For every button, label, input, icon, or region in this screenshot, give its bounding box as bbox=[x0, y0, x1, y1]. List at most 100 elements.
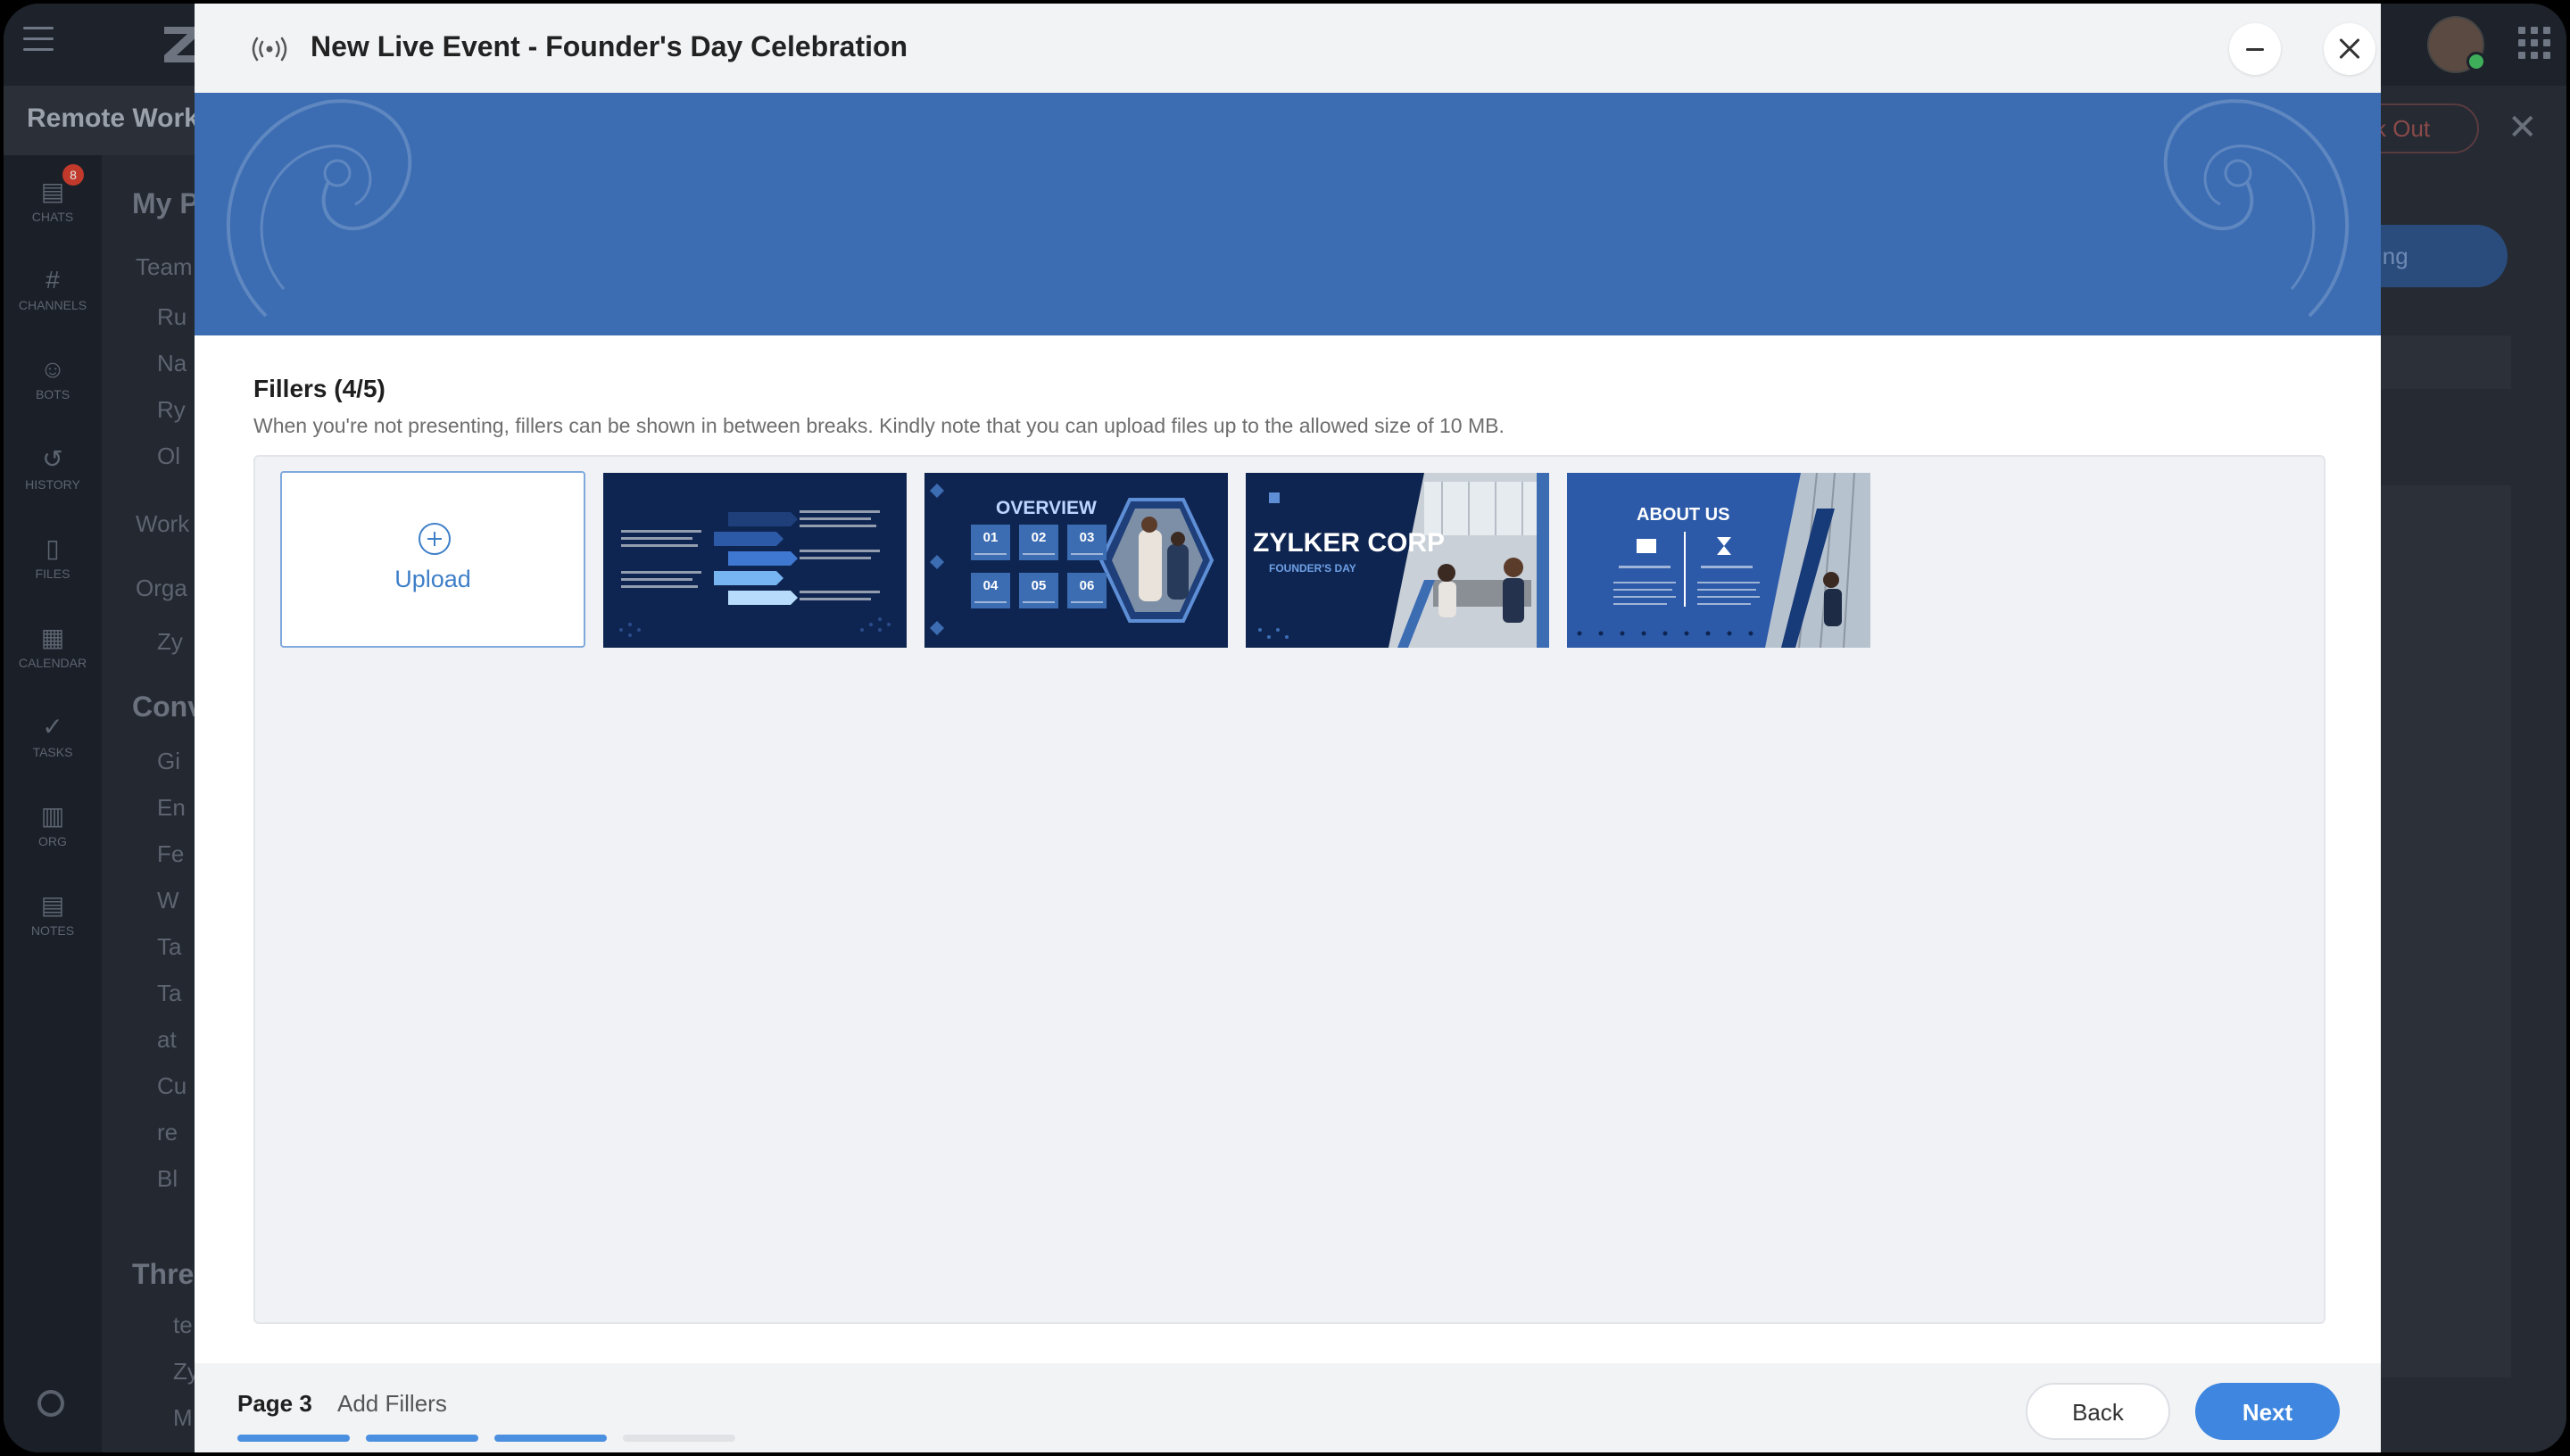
filler-thumbnail-overview[interactable]: OVERVIEW 01 02 03 04 05 06 bbox=[924, 473, 1228, 648]
rail-item-bots[interactable]: ☺ BOTS bbox=[4, 355, 102, 401]
overview-number: 05 bbox=[1031, 578, 1047, 593]
sidebar-heading-org: Orga bbox=[136, 575, 187, 601]
page-step-label: Add Fillers bbox=[337, 1390, 447, 1417]
presence-status-icon bbox=[2466, 52, 2486, 71]
rail-label: NOTES bbox=[30, 923, 75, 938]
overview-heading: OVERVIEW bbox=[996, 498, 1097, 518]
screen: Remote Work ▤ 8 CHATS # CHANNELS ☺ BOTS … bbox=[4, 4, 2566, 1452]
modal-title: New Live Event - Founder's Day Celebrati… bbox=[311, 30, 908, 62]
calendar-icon: ▦ bbox=[40, 624, 65, 651]
sidebar-item[interactable]: Gi bbox=[157, 748, 180, 775]
sidebar-item[interactable]: Fe bbox=[157, 840, 184, 868]
nav-rail: ▤ 8 CHATS # CHANNELS ☺ BOTS ↺ HISTORY ▯ … bbox=[4, 155, 102, 1452]
sidebar-item[interactable]: Ru bbox=[157, 303, 187, 331]
title-slide-image bbox=[1246, 473, 1549, 648]
close-icon[interactable]: ✕ bbox=[2508, 107, 2538, 148]
overview-number: 04 bbox=[982, 578, 999, 593]
fillers-title: Fillers (4/5) bbox=[253, 375, 386, 402]
progress-segment bbox=[623, 1435, 735, 1442]
progress-segment bbox=[366, 1435, 478, 1442]
sidebar-item[interactable]: Ol bbox=[157, 443, 180, 470]
rail-item-chats[interactable]: ▤ 8 CHATS bbox=[4, 164, 102, 224]
about-us-slide-image bbox=[1567, 473, 1870, 648]
rail-item-calendar[interactable]: ▦ CALENDAR bbox=[4, 623, 102, 670]
rail-item-history[interactable]: ↺ HISTORY bbox=[4, 444, 102, 492]
rail-item-tasks[interactable]: ✓ TASKS bbox=[4, 712, 102, 759]
org-icon: ▥ bbox=[40, 802, 65, 830]
rail-label: CALENDAR bbox=[18, 656, 87, 670]
modal-footer: Page 3 Add Fillers Back Next bbox=[195, 1363, 2381, 1452]
paisley-decoration-icon bbox=[2163, 99, 2350, 318]
rail-item-org[interactable]: ▥ ORG bbox=[4, 801, 102, 848]
overview-number: 02 bbox=[1031, 530, 1047, 545]
filler-thumbnail-timeline[interactable] bbox=[603, 473, 907, 648]
title-slide-heading: ZYLKER CORP bbox=[1253, 528, 1446, 558]
title-slide-subheading: FOUNDER'S DAY bbox=[1269, 562, 1356, 575]
event-banner bbox=[195, 93, 2381, 335]
next-button[interactable]: Next bbox=[2195, 1383, 2340, 1440]
rail-label: CHANNELS bbox=[18, 298, 87, 312]
rail-label: BOTS bbox=[35, 387, 70, 401]
filler-thumbnail-title[interactable]: ZYLKER CORP FOUNDER'S DAY bbox=[1246, 473, 1549, 648]
sidebar-item[interactable]: at bbox=[157, 1026, 177, 1054]
menu-icon[interactable] bbox=[23, 27, 54, 54]
upload-label: Upload bbox=[394, 566, 471, 592]
timeline-slide-image bbox=[603, 473, 907, 648]
sidebar: My P Team Ru Na Ry Ol Work Orga Zy Conv … bbox=[102, 155, 210, 1452]
sidebar-heading-work: Work bbox=[136, 510, 190, 537]
sidebar-heading-conversations: Conv bbox=[132, 691, 203, 723]
filler-thumbnail-about-us[interactable]: ABOUT US bbox=[1567, 473, 1870, 648]
sidebar-item[interactable]: Ry bbox=[157, 396, 186, 424]
sidebar-item[interactable]: En bbox=[157, 794, 186, 822]
live-broadcast-icon bbox=[252, 37, 287, 62]
paisley-decoration-icon bbox=[226, 99, 412, 318]
rail-label: TASKS bbox=[32, 745, 73, 759]
notes-icon: ▤ bbox=[40, 891, 65, 919]
minimize-button[interactable] bbox=[2229, 23, 2281, 75]
progress-segment bbox=[237, 1435, 350, 1442]
unread-badge: 8 bbox=[62, 164, 84, 186]
tasks-icon: ✓ bbox=[42, 713, 63, 740]
workspace-title: Remote Work bbox=[27, 103, 199, 133]
sidebar-item[interactable]: Ta bbox=[157, 980, 181, 1007]
rail-item-channels[interactable]: # CHANNELS bbox=[4, 266, 102, 312]
sidebar-item[interactable]: Zy bbox=[157, 628, 183, 656]
history-icon: ↺ bbox=[42, 445, 63, 473]
sidebar-item[interactable]: Bl bbox=[157, 1165, 178, 1193]
background-panel bbox=[2377, 485, 2511, 1377]
bots-icon: ☺ bbox=[39, 355, 66, 383]
about-us-heading: ABOUT US bbox=[1637, 505, 1730, 525]
chats-icon: ▤ bbox=[40, 178, 65, 205]
progress-segment bbox=[494, 1435, 607, 1442]
sidebar-item[interactable]: Ta bbox=[157, 933, 181, 961]
overview-number: 01 bbox=[982, 530, 999, 545]
sidebar-item[interactable]: M bbox=[173, 1404, 193, 1432]
sidebar-heading-my: My P bbox=[132, 187, 199, 219]
fillers-description: When you're not presenting, fillers can … bbox=[253, 414, 1505, 437]
rail-label: ORG bbox=[38, 834, 67, 848]
modal-header: New Live Event - Founder's Day Celebrati… bbox=[195, 4, 2381, 93]
overview-number: 06 bbox=[1079, 578, 1095, 593]
upload-button[interactable]: Upload bbox=[280, 471, 585, 648]
apps-grid-icon[interactable] bbox=[2518, 27, 2550, 59]
background-row bbox=[2377, 335, 2511, 389]
rail-label: HISTORY bbox=[25, 477, 80, 492]
back-button[interactable]: Back bbox=[2026, 1383, 2170, 1440]
rail-item-files[interactable]: ▯ FILES bbox=[4, 534, 102, 581]
plus-icon bbox=[419, 523, 451, 555]
channels-icon: # bbox=[46, 266, 60, 294]
sidebar-item[interactable]: te bbox=[173, 1311, 193, 1339]
close-button[interactable] bbox=[2324, 23, 2375, 75]
sidebar-item[interactable]: re bbox=[157, 1119, 178, 1146]
sidebar-item[interactable]: Na bbox=[157, 350, 187, 377]
rail-item-notes[interactable]: ▤ NOTES bbox=[4, 890, 102, 938]
sidebar-item[interactable]: W bbox=[157, 887, 179, 914]
page-number: Page 3 bbox=[237, 1390, 312, 1417]
rail-label: FILES bbox=[35, 567, 70, 581]
sidebar-heading-team: Team bbox=[136, 253, 193, 280]
files-icon: ▯ bbox=[46, 534, 60, 562]
rail-label: CHATS bbox=[31, 210, 74, 224]
sidebar-item[interactable]: Cu bbox=[157, 1072, 187, 1100]
settings-icon[interactable] bbox=[37, 1390, 64, 1417]
live-event-modal: New Live Event - Founder's Day Celebrati… bbox=[195, 4, 2381, 1452]
